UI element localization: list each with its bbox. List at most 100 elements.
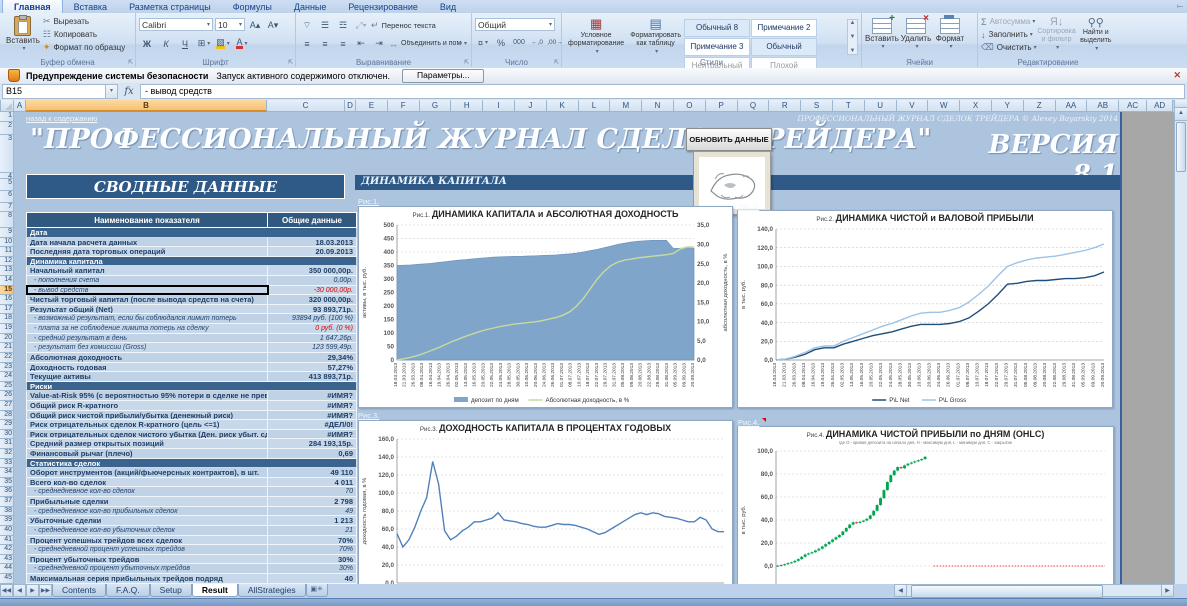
column-header-AD[interactable]: AD bbox=[1147, 100, 1173, 112]
row-header-3[interactable]: 3 bbox=[0, 135, 14, 173]
scroll-right-icon[interactable]: ▶ bbox=[1161, 584, 1174, 597]
table-row[interactable]: - плата за не соблюдение лимита потерь н… bbox=[26, 324, 357, 334]
indicator-label-cell[interactable]: - среднедневное кол-во прибыльных сделок bbox=[27, 507, 268, 516]
column-header-E[interactable]: E bbox=[356, 100, 388, 112]
indicator-label-cell[interactable]: Дата начала расчета данных bbox=[27, 238, 268, 247]
row-header-43[interactable]: 43 bbox=[0, 555, 14, 565]
row-header-22[interactable]: 22 bbox=[0, 353, 14, 363]
indicator-value-cell[interactable]: 20.09.2013 bbox=[268, 247, 356, 256]
orientation-button[interactable]: ⤢▾ bbox=[353, 18, 369, 33]
indicator-value-cell[interactable]: 70% bbox=[268, 545, 356, 554]
number-format-select[interactable]: Общий▾ bbox=[475, 18, 555, 31]
column-header-Z[interactable]: Z bbox=[1024, 100, 1056, 112]
number-dialog-launcher[interactable]: ⇱ bbox=[554, 59, 559, 66]
row-header-18[interactable]: 18 bbox=[0, 314, 14, 324]
row-header-13[interactable]: 13 bbox=[0, 266, 14, 276]
fill-handle[interactable] bbox=[266, 293, 268, 294]
indicator-label-cell[interactable]: - среднедневное кол-во сделок bbox=[27, 487, 268, 496]
table-row[interactable]: Процент убыточных трейдов30% bbox=[26, 555, 357, 565]
indicator-label-cell[interactable]: Всего кол-во сделок bbox=[27, 478, 268, 487]
first-sheet-icon[interactable]: ◀◀ bbox=[0, 584, 13, 597]
column-header-L[interactable]: L bbox=[579, 100, 611, 112]
percent-style-button[interactable]: % bbox=[493, 35, 509, 50]
indicator-value-cell[interactable]: 413 893,71р. bbox=[268, 372, 356, 381]
increase-indent-button[interactable]: ⇥ bbox=[371, 36, 387, 51]
indicator-value-cell[interactable]: #ИМЯ? bbox=[268, 401, 356, 410]
row-header-6[interactable]: 6 bbox=[0, 191, 14, 203]
column-header-S[interactable]: S bbox=[801, 100, 833, 112]
column-header-J[interactable]: J bbox=[515, 100, 547, 112]
font-size-select[interactable]: 10▾ bbox=[215, 18, 245, 31]
column-header-X[interactable]: X bbox=[960, 100, 992, 112]
indicator-value-cell[interactable]: 70 bbox=[268, 487, 356, 496]
row-header-31[interactable]: 31 bbox=[0, 439, 14, 449]
bold-button[interactable]: Ж bbox=[139, 36, 155, 51]
scroll-up-icon[interactable]: ▲ bbox=[1175, 108, 1187, 121]
scroll-left-icon[interactable]: ◀ bbox=[894, 584, 907, 597]
table-row[interactable]: Текущие активы413 893,71р. bbox=[26, 372, 357, 382]
row-header-37[interactable]: 37 bbox=[0, 497, 14, 507]
table-row[interactable]: Финансовый рычаг (плечо)0,69 bbox=[26, 449, 357, 459]
indicator-value-cell[interactable]: 40 bbox=[268, 574, 356, 583]
table-row[interactable]: Всего кол-во сделок4 011 bbox=[26, 478, 357, 488]
column-header-M[interactable]: M bbox=[610, 100, 642, 112]
indicator-label-cell[interactable]: Абсолютная доходность bbox=[27, 353, 268, 362]
column-header-AB[interactable]: AB bbox=[1087, 100, 1119, 112]
table-row[interactable]: Общий риск чистой прибыли/убытка (денежн… bbox=[26, 411, 357, 421]
decrease-decimal-button[interactable]: ,00→ bbox=[547, 35, 563, 50]
indicator-value-cell[interactable]: -30 000,00р. bbox=[268, 286, 356, 295]
styles-gallery-scroll[interactable]: ▲▼▼ bbox=[847, 19, 858, 55]
indicator-value-cell[interactable]: 30% bbox=[268, 555, 356, 564]
row-header-14[interactable]: 14 bbox=[0, 276, 14, 286]
prev-sheet-icon[interactable]: ◀ bbox=[13, 584, 26, 597]
security-options-button[interactable]: Параметры... bbox=[402, 69, 484, 83]
increase-decimal-button[interactable]: ←,0 bbox=[529, 35, 545, 50]
column-header-O[interactable]: O bbox=[674, 100, 706, 112]
clear-button[interactable]: ⌫Очистить▾ bbox=[981, 41, 1037, 54]
italic-button[interactable]: К bbox=[158, 36, 174, 51]
column-header-D[interactable]: D bbox=[345, 100, 356, 112]
table-row[interactable]: - возможный результат, если бы соблюдалс… bbox=[26, 314, 357, 324]
indicator-label-cell[interactable]: Риск отрицательных сделок чистого убытка… bbox=[27, 430, 268, 439]
row-header-15[interactable]: 15 bbox=[0, 286, 14, 296]
indicator-label-cell[interactable]: - плата за не соблюдение лимита потерь н… bbox=[27, 324, 268, 333]
format-painter-button[interactable]: ✦Формат по образцу bbox=[43, 41, 125, 54]
ribbon-tab-вставка[interactable]: Вставка bbox=[63, 0, 118, 13]
row-header-16[interactable]: 16 bbox=[0, 295, 14, 305]
indicator-value-cell[interactable]: #ДЕЛ/0! bbox=[268, 420, 356, 429]
name-box-dropdown-icon[interactable]: ▾ bbox=[106, 84, 118, 99]
cell-style-option[interactable]: Примечание 2 bbox=[751, 19, 817, 37]
table-row[interactable]: Риск отрицательных сделок R-кратного (це… bbox=[26, 420, 357, 430]
column-header-AA[interactable]: AA bbox=[1056, 100, 1088, 112]
column-header-T[interactable]: T bbox=[833, 100, 865, 112]
indicator-value-cell[interactable]: 30% bbox=[268, 564, 356, 573]
select-all-corner[interactable] bbox=[0, 100, 14, 112]
column-header-P[interactable]: P bbox=[706, 100, 738, 112]
indicator-value-cell[interactable]: 320 000,00р. bbox=[268, 295, 356, 304]
grow-font-button[interactable]: A▴ bbox=[247, 18, 263, 33]
last-sheet-icon[interactable]: ▶▶ bbox=[39, 584, 52, 597]
table-row[interactable]: - средний результат в день1 647,26р. bbox=[26, 334, 357, 344]
table-row[interactable]: Результат общий (Net)93 893,71р. bbox=[26, 305, 357, 315]
indicator-label-cell[interactable]: Общий риск чистой прибыли/убытка (денежн… bbox=[27, 411, 268, 420]
indicator-value-cell[interactable]: 1 647,26р. bbox=[268, 334, 356, 343]
align-left-button[interactable]: ≡ bbox=[299, 36, 315, 51]
ribbon-tab-вид[interactable]: Вид bbox=[429, 0, 467, 13]
indicator-value-cell[interactable]: 70% bbox=[268, 536, 356, 545]
table-row[interactable]: Дата bbox=[26, 228, 357, 238]
name-box[interactable]: B15 bbox=[2, 84, 106, 99]
figure-1-link[interactable]: Рис.1. bbox=[358, 197, 379, 206]
indicator-label-cell[interactable]: Общий риск R-кратного bbox=[27, 401, 268, 410]
indicator-value-cell[interactable]: 21 bbox=[268, 526, 356, 535]
row-header-8[interactable]: 8 bbox=[0, 212, 14, 228]
accounting-format-button[interactable]: ¤▾ bbox=[475, 35, 491, 50]
table-row[interactable]: Риск отрицательных сделок чистого убытка… bbox=[26, 430, 357, 440]
row-header-12[interactable]: 12 bbox=[0, 257, 14, 267]
row-header-26[interactable]: 26 bbox=[0, 391, 14, 401]
table-row[interactable]: Прибыльные сделки2 798 bbox=[26, 497, 357, 507]
worksheet[interactable]: назад к содержанию ПРОФЕССИОНАЛЬНЫЙ ЖУРН… bbox=[14, 112, 1174, 584]
column-header-R[interactable]: R bbox=[769, 100, 801, 112]
indicator-value-cell[interactable]: #ИМЯ? bbox=[268, 411, 356, 420]
indicator-value-cell[interactable]: 49 bbox=[268, 507, 356, 516]
row-header-19[interactable]: 19 bbox=[0, 324, 14, 334]
